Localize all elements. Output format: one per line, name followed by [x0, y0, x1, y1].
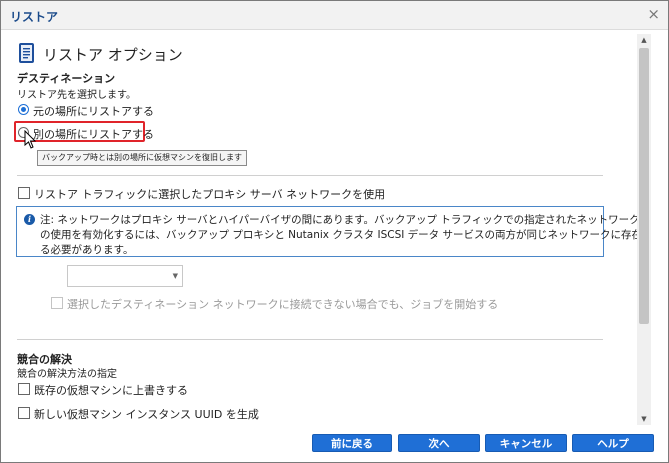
destination-section-title: デスティネーション — [17, 72, 116, 85]
start-job-checkbox[interactable] — [51, 297, 63, 309]
vertical-scrollbar[interactable]: ▲ ▼ — [637, 34, 651, 425]
note-line-1: 注: ネットワークはプロキシ サーバとハイパーバイザの間にあります。バックアップ… — [40, 214, 637, 226]
document-icon — [19, 43, 34, 63]
network-dropdown[interactable]: ▼ — [67, 265, 183, 287]
tooltip: バックアップ時とは別の場所に仮想マシンを復旧します — [37, 150, 247, 166]
scroll-up-icon[interactable]: ▲ — [637, 34, 651, 46]
restore-dialog: リストア × リストア オプション デスティネーション リストア先を選択します。… — [0, 0, 669, 463]
new-uuid-label[interactable]: 新しい仮想マシン インスタンス UUID を生成 — [34, 406, 259, 422]
mouse-cursor-icon — [24, 130, 37, 149]
start-job-label: 選択したデスティネーション ネットワークに接続できない場合でも、ジョブを開始する — [67, 298, 499, 311]
conflict-instruction: 競合の解決方法の指定 — [17, 369, 117, 380]
overwrite-vm-label[interactable]: 既存の仮想マシンに上書きする — [34, 382, 188, 398]
help-button[interactable]: ヘルプ — [572, 434, 654, 452]
proxy-network-checkbox[interactable] — [18, 187, 30, 199]
cancel-button[interactable]: キャンセル — [485, 434, 567, 452]
note-line-3: る必要があります。 — [40, 244, 134, 256]
next-button[interactable]: 次へ — [398, 434, 480, 452]
radio-original-location[interactable] — [18, 104, 29, 115]
proxy-network-label[interactable]: リストア トラフィックに選択したプロキシ サーバ ネットワークを使用 — [34, 186, 385, 202]
destination-instruction: リストア先を選択します。 — [17, 90, 136, 101]
back-button[interactable]: 前に戻る — [312, 434, 392, 452]
title-bar: リストア × — [1, 1, 668, 30]
scrollbar-thumb[interactable] — [639, 48, 649, 324]
page-title: リストア オプション — [43, 46, 183, 64]
note-line-2: の使用を有効化するには、バックアップ プロキシと Nutanix クラスタ IS… — [40, 229, 637, 241]
close-icon[interactable]: × — [647, 5, 660, 23]
scroll-down-icon[interactable]: ▼ — [637, 413, 651, 425]
overwrite-vm-checkbox[interactable] — [18, 383, 30, 395]
new-uuid-checkbox[interactable] — [18, 407, 30, 419]
divider — [17, 175, 603, 176]
dialog-title: リストア — [10, 10, 59, 24]
radio-alternate-label[interactable]: 別の場所にリストアする — [33, 126, 154, 142]
dialog-footer: 前に戻る 次へ キャンセル ヘルプ — [1, 427, 668, 462]
note-box: i 注: ネットワークはプロキシ サーバとハイパーバイザの間にあります。バックア… — [16, 206, 637, 257]
divider — [17, 339, 603, 340]
chevron-down-icon: ▼ — [172, 272, 178, 280]
info-icon: i — [24, 214, 35, 225]
dialog-content: リストア オプション デスティネーション リストア先を選択します。 元の場所にリ… — [9, 34, 637, 425]
radio-original-label[interactable]: 元の場所にリストアする — [33, 103, 154, 119]
